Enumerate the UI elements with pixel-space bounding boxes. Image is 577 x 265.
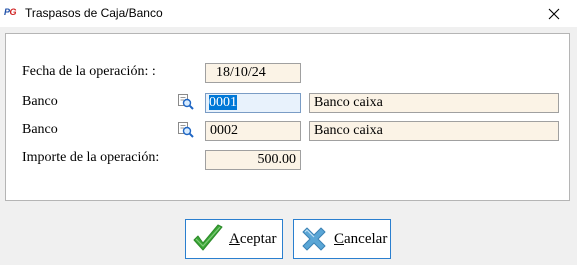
cancel-button[interactable]: Cancelar <box>293 219 391 259</box>
accept-button[interactable]: Aceptar <box>185 219 283 259</box>
close-button[interactable] <box>531 0 577 27</box>
accept-label-rest: ceptar <box>239 230 277 247</box>
cancel-mnemonic: C <box>334 230 345 247</box>
magnifier-document-icon <box>178 122 194 138</box>
importe-label: Importe de la operación: <box>22 150 160 165</box>
banco2-label: Banco <box>22 122 58 137</box>
banco1-lookup-button[interactable] <box>177 93 195 111</box>
banco1-name-field: Banco caixa <box>309 93 559 113</box>
accept-label: Aceptar <box>229 231 276 248</box>
importe-field[interactable]: 500.00 <box>205 150 301 170</box>
banco2-name-field: Banco caixa <box>309 121 559 141</box>
checkmark-icon <box>193 224 223 251</box>
title-bar: PG Traspasos de Caja/Banco <box>0 0 577 27</box>
window-title: Traspasos de Caja/Banco <box>25 6 163 20</box>
x-icon <box>302 227 326 251</box>
magnifier-document-icon <box>178 94 194 110</box>
banco1-label: Banco <box>22 94 58 109</box>
banco1-code-value: 0001 <box>209 95 237 110</box>
banco2-lookup-button[interactable] <box>177 121 195 139</box>
banco2-code-field[interactable]: 0002 <box>205 121 301 141</box>
cancel-label-rest: ancelar <box>344 230 388 247</box>
close-icon <box>548 8 560 19</box>
banco1-code-field[interactable]: 0001 <box>205 93 301 113</box>
cancel-label: Cancelar <box>334 231 387 248</box>
accept-mnemonic: A <box>229 230 240 247</box>
fecha-field[interactable]: 18/10/24 <box>205 63 301 83</box>
app-logo-icon: PG <box>4 7 17 17</box>
fecha-label: Fecha de la operación: : <box>22 64 156 79</box>
form-panel: Fecha de la operación: : 18/10/24 Banco … <box>5 33 570 201</box>
